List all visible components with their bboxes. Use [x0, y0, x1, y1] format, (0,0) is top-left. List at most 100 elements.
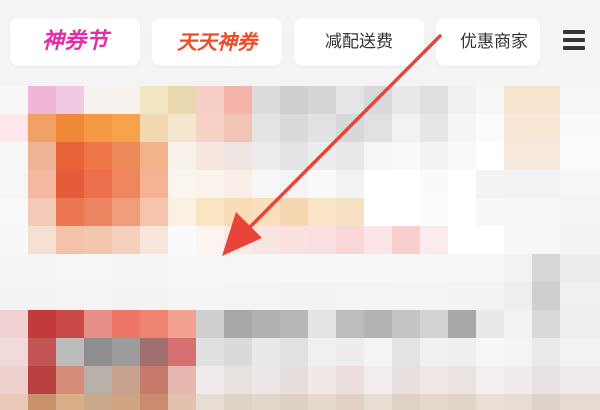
pixel-tile — [196, 86, 224, 114]
pixel-tile — [532, 338, 560, 366]
pixel-tile — [168, 114, 196, 142]
pixel-tile — [280, 198, 308, 226]
pixel-tile — [336, 114, 364, 142]
pixel-tile — [392, 170, 420, 198]
pixel-tile — [28, 170, 56, 198]
pixel-tile — [364, 310, 392, 338]
pixel-tile — [84, 142, 112, 170]
pixel-tile — [112, 338, 140, 366]
pixel-tile — [364, 114, 392, 142]
pixel-tile — [476, 310, 504, 338]
pixel-tile — [140, 170, 168, 198]
pixel-tile — [56, 142, 84, 170]
pixel-tile — [420, 338, 448, 366]
pixel-tile — [504, 86, 560, 114]
pixel-tile — [560, 86, 600, 114]
pixel-tile — [168, 142, 196, 170]
pixel-tile — [504, 142, 560, 170]
tab-reduced-delivery-fee[interactable]: 减配送费 — [294, 18, 424, 66]
pixel-tile — [448, 282, 504, 310]
pixel-tile — [196, 170, 224, 198]
pixel-tile — [308, 142, 336, 170]
pixel-tile — [252, 198, 280, 226]
pixel-tile — [476, 198, 504, 226]
pixel-tile — [280, 254, 336, 282]
pixel-tile — [448, 198, 476, 226]
pixel-tile — [112, 282, 168, 310]
pixel-tile — [448, 338, 476, 366]
pixel-tile — [336, 254, 392, 282]
pixel-tile — [168, 394, 196, 410]
pixel-tile — [560, 394, 600, 410]
pixel-tile — [28, 86, 56, 114]
pixel-tile — [504, 114, 560, 142]
pixel-tile — [140, 310, 168, 338]
pixel-tile — [560, 310, 600, 338]
pixel-tile — [476, 170, 504, 198]
pixel-tile — [476, 114, 504, 142]
pixel-tile — [84, 198, 112, 226]
pixel-tile — [308, 198, 336, 226]
pixel-tile — [308, 310, 336, 338]
pixel-tile — [0, 226, 28, 254]
pixel-tile — [196, 310, 224, 338]
pixel-tile — [280, 170, 308, 198]
pixel-tile — [56, 86, 84, 114]
pixel-tile — [280, 86, 308, 114]
tab-label: 优惠商家 — [460, 31, 528, 52]
pixel-tile — [336, 366, 364, 394]
pixel-tile — [28, 226, 56, 254]
pixel-tile — [224, 254, 280, 282]
pixel-tile — [336, 170, 364, 198]
pixel-tile — [308, 86, 336, 114]
pixel-tile — [0, 198, 28, 226]
pixel-tile — [392, 366, 420, 394]
pixel-tile — [84, 338, 112, 366]
menu-icon[interactable] — [563, 30, 585, 50]
pixel-tile — [364, 86, 392, 114]
pixel-tile — [336, 142, 364, 170]
pixel-tile — [364, 366, 392, 394]
pixel-tile — [56, 226, 84, 254]
pixel-tile — [112, 254, 168, 282]
pixel-tile — [252, 338, 280, 366]
pixel-tile — [448, 142, 476, 170]
tab-discount-merchants[interactable]: 优惠商家 — [436, 18, 540, 66]
pixel-tile — [504, 310, 532, 338]
pixel-tile — [168, 254, 224, 282]
pixel-tile — [196, 338, 224, 366]
tab-tiantian-shenquan[interactable]: 天天神券 — [152, 18, 282, 66]
tab-label: 天天神券 — [177, 30, 257, 54]
pixel-tile — [448, 226, 476, 254]
pixel-tile — [560, 338, 600, 366]
pixel-tile — [448, 170, 476, 198]
pixel-tile — [420, 86, 448, 114]
pixel-tile — [0, 170, 28, 198]
pixel-tile — [112, 310, 140, 338]
pixel-tile — [364, 394, 392, 410]
pixel-tile — [140, 366, 168, 394]
pixel-tile — [84, 226, 112, 254]
pixel-tile — [336, 338, 364, 366]
pixel-tile — [532, 394, 560, 410]
pixel-tile — [532, 366, 560, 394]
pixel-tile — [224, 114, 252, 142]
pixel-tile — [84, 366, 112, 394]
pixel-tile — [280, 226, 308, 254]
pixel-tile — [224, 310, 252, 338]
pixel-tile — [196, 366, 224, 394]
pixel-tile — [280, 142, 308, 170]
pixel-tile — [140, 226, 168, 254]
pixel-tile — [56, 170, 84, 198]
pixel-tile — [392, 86, 420, 114]
pixel-tile — [280, 114, 308, 142]
tab-shenquanjie[interactable]: 神券节 — [10, 18, 140, 66]
pixel-tile — [224, 394, 252, 410]
pixel-tile — [0, 86, 28, 114]
pixel-tile — [476, 338, 504, 366]
pixel-tile — [392, 310, 420, 338]
pixel-tile — [336, 394, 364, 410]
pixel-tile — [280, 394, 308, 410]
pixel-tile — [364, 226, 392, 254]
pixel-tile — [280, 366, 308, 394]
